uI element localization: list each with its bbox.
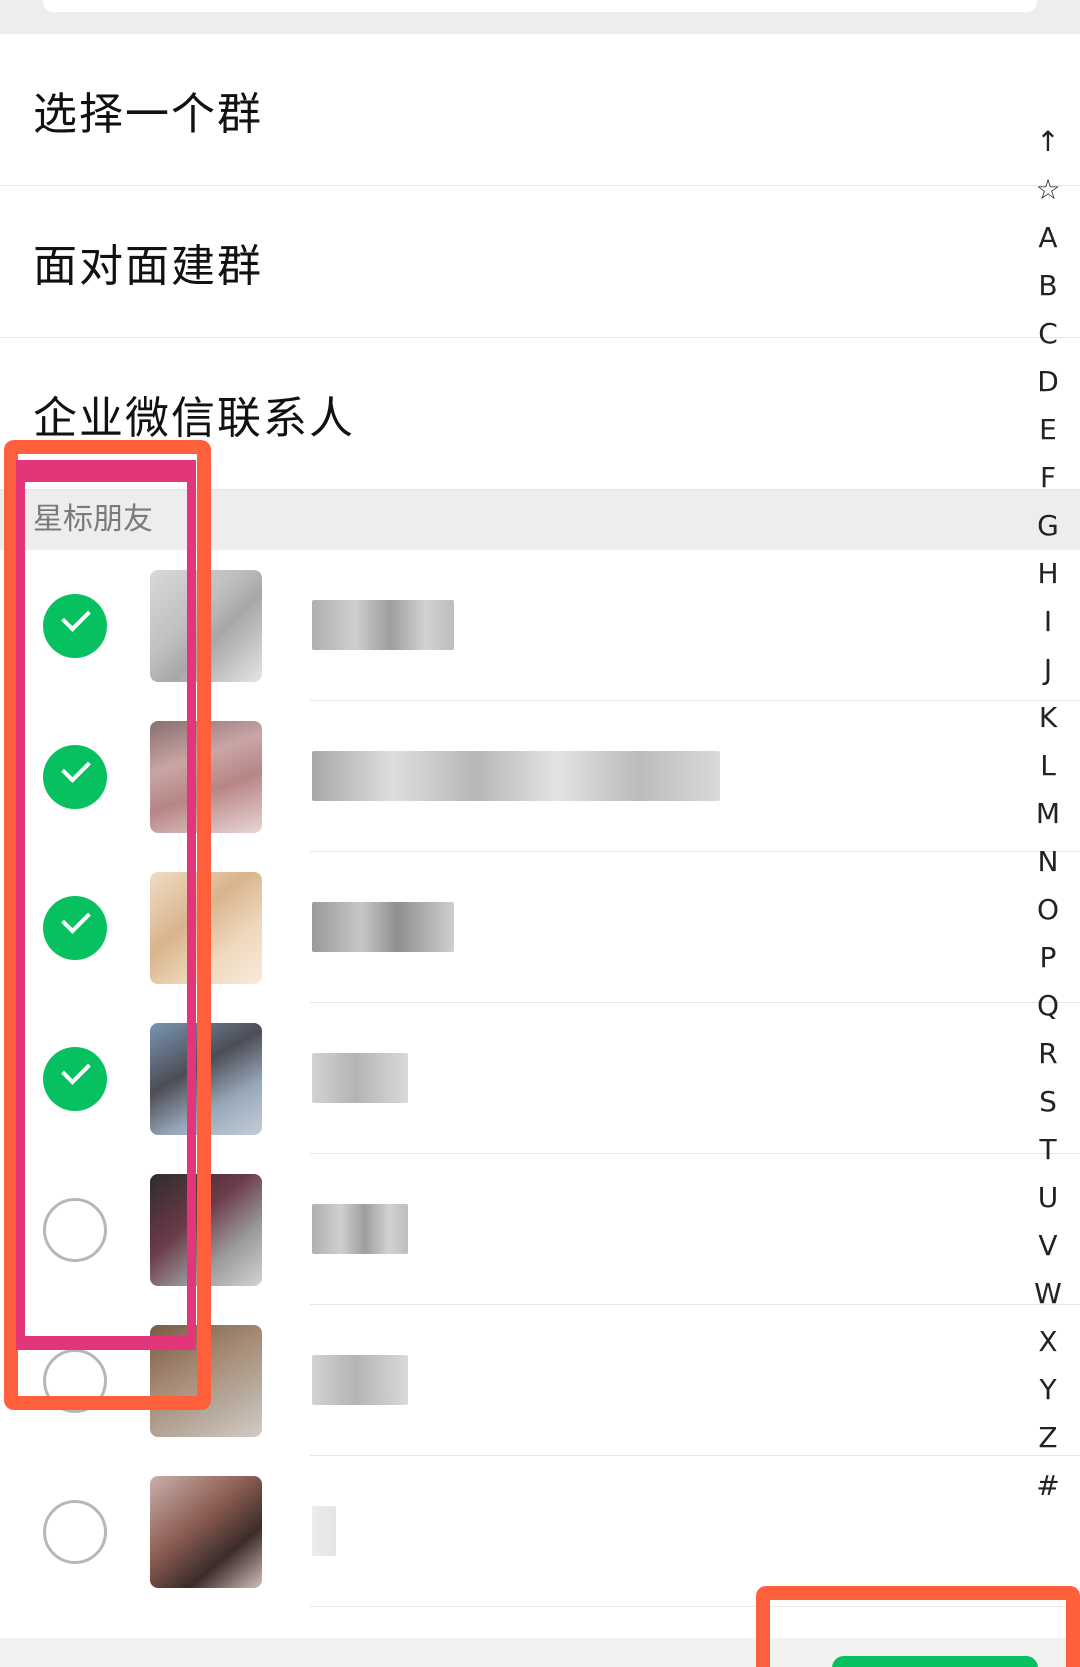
index-letter[interactable]: R: [1038, 1030, 1057, 1078]
index-letter[interactable]: D: [1037, 358, 1059, 406]
index-letter[interactable]: Y: [1039, 1366, 1056, 1414]
section-title: 星标朋友: [33, 502, 153, 537]
index-letter[interactable]: E: [1039, 406, 1057, 454]
contact-row[interactable]: [0, 852, 1080, 1003]
avatar: [150, 721, 262, 833]
avatar: [150, 570, 262, 682]
contact-row[interactable]: [0, 701, 1080, 852]
search-area: [0, 0, 1080, 34]
select-group-item[interactable]: 选择一个群: [0, 34, 1080, 186]
contact-name-redacted: [312, 600, 454, 650]
index-letter[interactable]: B: [1038, 262, 1057, 310]
alphabet-index[interactable]: ↑ ☆ A B C D E F G H I J K L M N O P Q R S T U V W X Y Z #: [1028, 118, 1068, 1510]
checkbox-empty-icon[interactable]: [43, 1500, 107, 1564]
index-letter[interactable]: H: [1037, 550, 1058, 598]
create-group-screen: 选择一个群 面对面建群 企业微信联系人 星标朋友 ↑ ☆ A B C D E F…: [0, 0, 1080, 1667]
work-contacts-label: 企业微信联系人: [33, 392, 355, 444]
contact-name-redacted: [312, 751, 720, 801]
contact-name-redacted: [312, 1053, 408, 1103]
index-letter[interactable]: X: [1038, 1318, 1057, 1366]
contact-row[interactable]: [0, 1154, 1080, 1305]
work-contacts-item[interactable]: 企业微信联系人: [0, 338, 1080, 490]
index-letter[interactable]: Z: [1038, 1414, 1057, 1462]
contact-name-redacted: [312, 1355, 408, 1405]
face-to-face-label: 面对面建群: [33, 240, 263, 292]
checkbox-checked-icon[interactable]: [43, 1047, 107, 1111]
index-letter[interactable]: I: [1044, 598, 1052, 646]
index-letter[interactable]: C: [1038, 310, 1058, 358]
index-letter[interactable]: G: [1037, 502, 1059, 550]
confirm-button[interactable]: [832, 1656, 1038, 1667]
avatar: [150, 1174, 262, 1286]
checkbox-checked-icon[interactable]: [43, 745, 107, 809]
avatar: [150, 1476, 262, 1588]
contact-row[interactable]: [0, 1456, 1080, 1607]
checkbox-checked-icon[interactable]: [43, 594, 107, 658]
index-letter[interactable]: Q: [1037, 982, 1059, 1030]
index-letter[interactable]: T: [1039, 1126, 1056, 1174]
index-letter[interactable]: ☆: [1035, 166, 1060, 214]
contact-row[interactable]: [0, 1003, 1080, 1154]
face-to-face-group-item[interactable]: 面对面建群: [0, 186, 1080, 338]
section-header-starred: 星标朋友: [0, 490, 1080, 550]
contact-row[interactable]: [0, 550, 1080, 701]
index-letter[interactable]: ↑: [1036, 118, 1059, 166]
avatar: [150, 1023, 262, 1135]
index-letter[interactable]: P: [1040, 934, 1057, 982]
checkbox-empty-icon[interactable]: [43, 1349, 107, 1413]
contact-name-redacted: [312, 1506, 336, 1556]
index-letter[interactable]: #: [1036, 1462, 1059, 1510]
checkbox-empty-icon[interactable]: [43, 1198, 107, 1262]
index-letter[interactable]: K: [1039, 694, 1057, 742]
avatar: [150, 1325, 262, 1437]
index-letter[interactable]: S: [1039, 1078, 1057, 1126]
search-input[interactable]: [43, 0, 1037, 12]
index-letter[interactable]: W: [1034, 1270, 1062, 1318]
index-letter[interactable]: A: [1038, 214, 1057, 262]
divider: [310, 1606, 1080, 1607]
index-letter[interactable]: L: [1040, 742, 1056, 790]
select-group-label: 选择一个群: [33, 88, 263, 140]
checkbox-checked-icon[interactable]: [43, 896, 107, 960]
index-letter[interactable]: J: [1044, 646, 1052, 694]
contact-row[interactable]: [0, 1305, 1080, 1456]
index-letter[interactable]: U: [1038, 1174, 1059, 1222]
index-letter[interactable]: O: [1037, 886, 1059, 934]
index-letter[interactable]: V: [1038, 1222, 1057, 1270]
index-letter[interactable]: F: [1040, 454, 1056, 502]
contact-name-redacted: [312, 1204, 408, 1254]
avatar: [150, 872, 262, 984]
index-letter[interactable]: N: [1038, 838, 1059, 886]
index-letter[interactable]: M: [1036, 790, 1060, 838]
contact-name-redacted: [312, 902, 454, 952]
